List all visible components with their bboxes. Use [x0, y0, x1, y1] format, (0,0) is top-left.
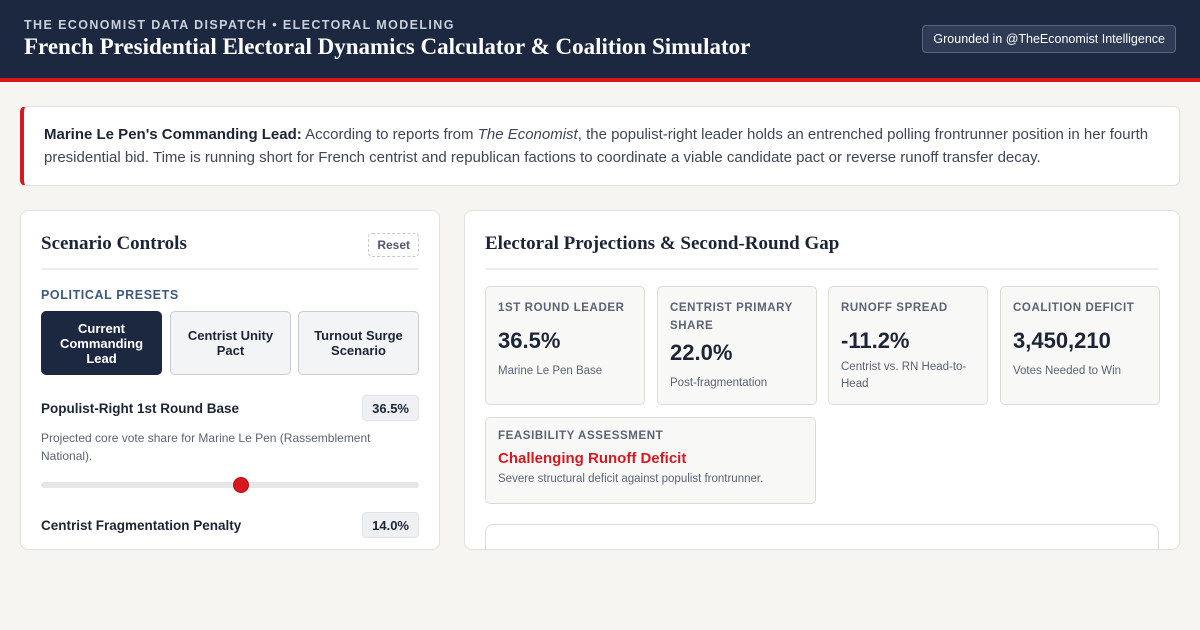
stat-card-coalition-deficit: COALITION DEFICIT 3,450,210 Votes Needed… [1000, 286, 1160, 405]
stat-subtext: Marine Le Pen Base [498, 365, 603, 377]
preset-centrist-unity-pact[interactable]: Centrist Unity Pact [170, 311, 291, 375]
populist-base-label: Populist-Right 1st Round Base [41, 401, 240, 416]
controls-title: Scenario Controls [41, 233, 187, 254]
slider-thumb[interactable] [233, 477, 250, 493]
stat-subtext: Post-fragmentation [670, 377, 768, 389]
callout-source: The Economist [477, 126, 578, 143]
fragmentation-penalty-label: Centrist Fragmentation Penalty [41, 518, 242, 533]
callout-text-before: According to reports from [301, 126, 478, 143]
scenario-controls-panel: Scenario Controls Reset POLITICAL PRESET… [20, 210, 440, 550]
stat-value: 3,450,210 [1013, 328, 1111, 353]
fragmentation-penalty-value: 14.0% [362, 512, 419, 538]
stat-value: 22.0% [670, 340, 733, 365]
reset-button[interactable]: Reset [368, 233, 419, 257]
stat-subtext: Centrist vs. RN Head-to-Head [841, 361, 967, 390]
stat-card-runoff-spread: RUNOFF SPREAD -11.2% Centrist vs. RN Hea… [828, 286, 988, 405]
app-header: THE ECONOMIST DATA DISPATCH • ELECTORAL … [0, 0, 1200, 82]
projections-title: Electoral Projections & Second-Round Gap [485, 233, 840, 254]
feasibility-label: FEASIBILITY ASSESSMENT [498, 430, 664, 442]
stat-label: 1ST ROUND LEADER [498, 302, 625, 314]
stat-subtext: Votes Needed to Win [1013, 365, 1122, 377]
stat-card-first-round-leader: 1ST ROUND LEADER 36.5% Marine Le Pen Bas… [485, 286, 645, 405]
stat-value: -11.2% [841, 328, 910, 353]
header-kicker: THE ECONOMIST DATA DISPATCH • ELECTORAL … [24, 18, 455, 32]
stat-value: 36.5% [498, 328, 561, 353]
stat-label: RUNOFF SPREAD [841, 302, 948, 314]
lead-callout: Marine Le Pen's Commanding Lead: Accordi… [20, 106, 1180, 186]
feasibility-card: FEASIBILITY ASSESSMENT Challenging Runof… [485, 417, 816, 504]
app-title: French Presidential Electoral Dynamics C… [24, 34, 751, 59]
divider [41, 268, 419, 270]
preset-turnout-surge[interactable]: Turnout Surge Scenario [298, 311, 419, 375]
callout-lead: Marine Le Pen's Commanding Lead: [44, 126, 302, 143]
grounded-badge: Grounded in @TheEconomist Intelligence [922, 25, 1176, 53]
presets-label: POLITICAL PRESETS [41, 288, 179, 302]
populist-base-description: Projected core vote share for Marine Le … [41, 431, 371, 463]
projections-panel: Electoral Projections & Second-Round Gap… [464, 210, 1180, 550]
stat-card-centrist-share: CENTRIST PRIMARY SHARE 22.0% Post-fragme… [657, 286, 817, 405]
divider [485, 268, 1159, 270]
feasibility-value: Challenging Runoff Deficit [498, 450, 687, 467]
feasibility-description: Severe structural deficit against populi… [498, 473, 764, 485]
preset-current-commanding-lead[interactable]: Current Commanding Lead [41, 311, 162, 375]
populist-base-value: 36.5% [362, 395, 419, 421]
stat-label: CENTRIST PRIMARY SHARE [670, 302, 793, 332]
chart-card [485, 524, 1159, 549]
populist-base-slider[interactable] [41, 477, 419, 493]
stat-label: COALITION DEFICIT [1013, 302, 1135, 314]
